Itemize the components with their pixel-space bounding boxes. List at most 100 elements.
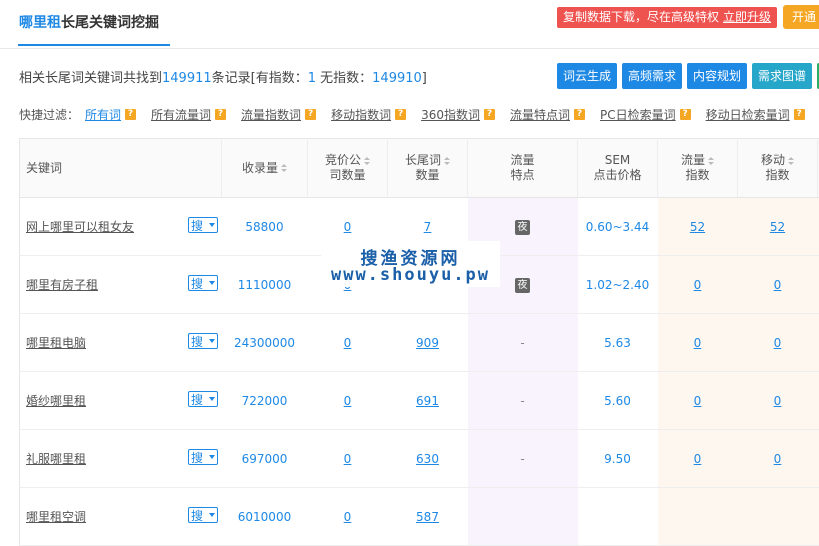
filter-all-words[interactable]: 所有词: [85, 106, 121, 123]
search-dropdown[interactable]: 搜: [188, 507, 218, 523]
sem-cell: 1.02~2.40: [578, 256, 658, 314]
mobile-index-link[interactable]: 0: [774, 278, 782, 292]
mobile-index-link[interactable]: 0: [774, 452, 782, 466]
help-icon[interactable]: ?: [574, 109, 585, 120]
longtail-link[interactable]: 909: [416, 336, 439, 350]
action-buttons: 词云生成 高频需求 内容规划 需求图谱: [557, 63, 819, 89]
filter-pc-daily[interactable]: PC日检索量词: [600, 106, 676, 123]
chevron-down-icon: [209, 397, 215, 401]
content-plan-button[interactable]: 内容规划: [687, 63, 747, 89]
sort-icon[interactable]: [444, 157, 450, 165]
table-header: 关键词 收录量 竞价公司数量 长尾词数量 流量特点 SEM点击价格 流量指数 移…: [20, 139, 819, 198]
bid-link[interactable]: 0: [344, 220, 352, 234]
sem-cell: 0.60~3.44: [578, 198, 658, 256]
sem-cell: 9.50: [578, 430, 658, 488]
chevron-down-icon: [209, 223, 215, 227]
feature-cell: -: [520, 394, 524, 408]
filter-mobile-index[interactable]: 移动指数词: [331, 106, 391, 123]
promo-banner: 复制数据下载，尽在高级特权立即升级: [557, 7, 777, 28]
quick-filters: 快捷过滤： 所有词? 所有流量词? 流量指数词? 移动指数词? 360指数词? …: [19, 106, 819, 123]
mobile-index-link[interactable]: 0: [774, 336, 782, 350]
filter-flow-feature[interactable]: 流量特点词: [510, 106, 570, 123]
search-dropdown[interactable]: 搜: [188, 391, 218, 407]
help-icon[interactable]: ?: [215, 109, 226, 120]
demand-graph-button[interactable]: 需求图谱: [752, 63, 812, 89]
header-bid[interactable]: 竞价公司数量: [308, 139, 388, 198]
flow-index-link[interactable]: 0: [694, 394, 702, 408]
flow-index-link[interactable]: 0: [694, 336, 702, 350]
page-header: 哪里租长尾关键词挖掘 复制数据下载，尽在高级特权立即升级 开通: [0, 0, 819, 49]
sort-icon[interactable]: [281, 164, 287, 172]
help-icon[interactable]: ?: [484, 109, 495, 120]
help-icon[interactable]: ?: [125, 109, 136, 120]
filter-mobile-daily[interactable]: 移动日检索量词: [706, 106, 790, 123]
upgrade-link[interactable]: 立即升级: [723, 10, 771, 24]
help-icon[interactable]: ?: [395, 109, 406, 120]
volume-cell: 6010000: [222, 488, 308, 546]
flow-index-link[interactable]: 0: [694, 452, 702, 466]
table-row: 婚纱哪里租 搜 722000 0 691 - 5.60 0 0: [20, 372, 819, 430]
volume-cell: 722000: [222, 372, 308, 430]
header-sem: SEM点击价格: [578, 139, 658, 198]
filter-flow-index[interactable]: 流量指数词: [241, 106, 301, 123]
mobile-index-link[interactable]: 0: [774, 394, 782, 408]
bid-link[interactable]: 0: [344, 394, 352, 408]
sort-icon[interactable]: [364, 157, 370, 165]
flow-index-link[interactable]: 0: [694, 278, 702, 292]
keyword-link[interactable]: 哪里有房子租: [26, 278, 98, 292]
volume-cell: 697000: [222, 430, 308, 488]
word-cloud-button[interactable]: 词云生成: [557, 63, 617, 89]
sem-cell: [578, 488, 658, 546]
watermark-line2: www.shouyu.pw: [321, 265, 500, 285]
filter-all-flow[interactable]: 所有流量词: [151, 106, 211, 123]
volume-cell: 24300000: [222, 314, 308, 372]
sort-icon[interactable]: [788, 157, 794, 165]
sort-icon[interactable]: [708, 157, 714, 165]
search-dropdown[interactable]: 搜: [188, 217, 218, 233]
watermark: 搜渔资源网 www.shouyu.pw: [321, 241, 500, 287]
help-icon[interactable]: ?: [680, 109, 691, 120]
header-longtail[interactable]: 长尾词数量: [388, 139, 468, 198]
result-summary: 相关长尾词关键词共找到149911条记录[有指数：1 无指数：149910]: [19, 67, 427, 86]
search-dropdown[interactable]: 搜: [188, 333, 218, 349]
chevron-down-icon: [209, 513, 215, 517]
keyword-link[interactable]: 哪里租空调: [26, 510, 86, 524]
header-mobile-index[interactable]: 移动指数: [738, 139, 818, 198]
help-icon[interactable]: ?: [305, 109, 316, 120]
longtail-link[interactable]: 630: [416, 452, 439, 466]
chevron-down-icon: [209, 339, 215, 343]
feature-cell: -: [520, 452, 524, 466]
bid-link[interactable]: 0: [344, 452, 352, 466]
keyword-link[interactable]: 哪里租电脑: [26, 336, 86, 350]
high-freq-button[interactable]: 高频需求: [622, 63, 682, 89]
longtail-link[interactable]: 691: [416, 394, 439, 408]
header-flow-index[interactable]: 流量指数: [658, 139, 738, 198]
volume-cell: 1110000: [222, 256, 308, 314]
search-dropdown[interactable]: 搜: [188, 449, 218, 465]
page-title: 哪里租长尾关键词挖掘: [19, 12, 159, 32]
header-volume[interactable]: 收录量: [222, 139, 308, 198]
table-row: 哪里租电脑 搜 24300000 0 909 - 5.63 0 0: [20, 314, 819, 372]
volume-cell: 58800: [222, 198, 308, 256]
feature-cell: -: [520, 336, 524, 350]
active-tab-underline: [18, 44, 170, 46]
longtail-link[interactable]: 7: [424, 220, 432, 234]
help-icon[interactable]: ?: [794, 109, 805, 120]
sem-cell: 5.60: [578, 372, 658, 430]
keyword-link[interactable]: 网上哪里可以租女友: [26, 220, 134, 234]
keyword-link[interactable]: 礼服哪里租: [26, 452, 86, 466]
bid-link[interactable]: 0: [344, 336, 352, 350]
longtail-link[interactable]: 587: [416, 510, 439, 524]
header-flow-feature: 流量特点: [468, 139, 578, 198]
filter-360-index[interactable]: 360指数词: [421, 106, 480, 123]
header-keyword: 关键词: [20, 139, 222, 198]
chevron-down-icon: [209, 455, 215, 459]
flow-index-link[interactable]: 52: [690, 220, 705, 234]
sem-cell: 5.63: [578, 314, 658, 372]
bid-link[interactable]: 0: [344, 510, 352, 524]
search-dropdown[interactable]: 搜: [188, 275, 218, 291]
night-badge: 夜: [515, 220, 530, 235]
open-vip-button[interactable]: 开通: [783, 5, 819, 29]
mobile-index-link[interactable]: 52: [770, 220, 785, 234]
keyword-link[interactable]: 婚纱哪里租: [26, 394, 86, 408]
